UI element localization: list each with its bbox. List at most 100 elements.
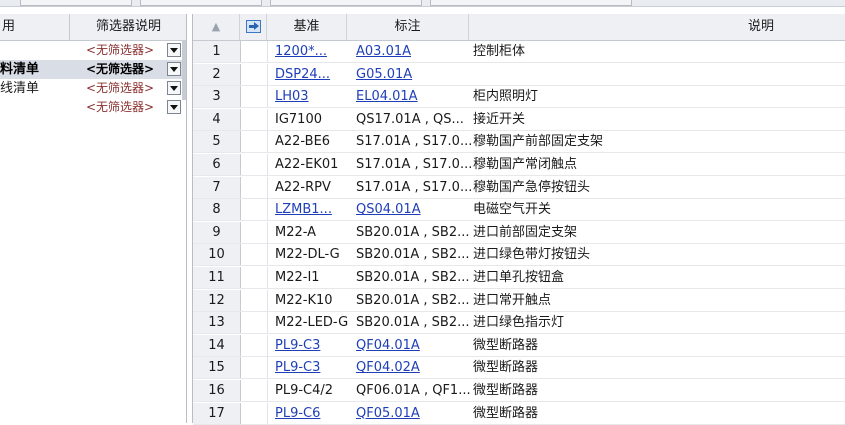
cell-description: 进口单孔按钮盒 bbox=[473, 270, 565, 285]
cell-base[interactable]: LH03 bbox=[275, 86, 353, 107]
cell-mark: SB20.01A , SB2... bbox=[356, 247, 470, 263]
header-filter-description[interactable]: 筛选器说明 bbox=[71, 14, 186, 40]
list-item-filter: <无筛选器> bbox=[85, 81, 155, 95]
table-row[interactable]: 16 PL9-C4/2 QF06.01A , QF1... 微型断路器 bbox=[193, 380, 845, 402]
vertical-scrollbar[interactable] bbox=[182, 40, 186, 100]
cell-description: 微型断路器 bbox=[473, 405, 539, 421]
cell-base[interactable]: PL9-C3 bbox=[275, 357, 353, 378]
row-number[interactable]: 13 bbox=[193, 312, 241, 334]
table-row[interactable]: 6 A22-EK01 S17.01A , S17.0... 穆勒国产常闭触点 bbox=[193, 154, 845, 176]
cell-mark[interactable]: G05.01A bbox=[356, 64, 473, 85]
sort-indicator-icon[interactable]: ▲ bbox=[193, 14, 240, 40]
list-item-name: 线清单 bbox=[0, 81, 40, 96]
row-icon-cell bbox=[240, 402, 268, 424]
dropdown-arrow-icon[interactable] bbox=[167, 100, 181, 114]
column-header-base[interactable]: 基准 bbox=[267, 14, 347, 40]
cell-base: A22-BE6 bbox=[275, 134, 331, 150]
table-row[interactable]: 11 M22-I1 SB20.01A , SB2... 进口单孔按钮盒 bbox=[193, 267, 845, 289]
cell-base: A22-RPV bbox=[275, 179, 331, 195]
row-icon-cell bbox=[240, 108, 268, 130]
cell-base[interactable]: PL9-C3 bbox=[275, 335, 353, 356]
row-number[interactable]: 16 bbox=[193, 380, 241, 401]
row-icon-cell bbox=[240, 154, 268, 175]
table-row[interactable]: 14 PL9-C3 QF04.01A 微型断路器 bbox=[193, 334, 845, 357]
row-number[interactable]: 14 bbox=[193, 334, 241, 356]
cell-base: PL9-C4/2 bbox=[275, 383, 334, 398]
table-row[interactable]: 17 PL9-C6 QF05.01A 微型断路器 bbox=[193, 402, 845, 425]
row-number[interactable]: 17 bbox=[193, 402, 241, 424]
table-row[interactable]: 7 A22-RPV S17.01A , S17.0... 穆勒国产急停按钮头 bbox=[193, 176, 845, 199]
cell-mark: SB20.01A , SB2... bbox=[356, 315, 470, 331]
row-number[interactable]: 7 bbox=[193, 176, 241, 198]
row-number[interactable]: 11 bbox=[193, 267, 241, 288]
navigate-arrow-icon[interactable] bbox=[240, 14, 267, 40]
list-item[interactable]: 料清单 <无筛选器> bbox=[0, 60, 186, 79]
dropdown-arrow-icon[interactable] bbox=[167, 43, 181, 57]
list-item[interactable]: <无筛选器> bbox=[0, 98, 186, 117]
cell-mark[interactable]: QS04.01A bbox=[356, 199, 473, 220]
cell-base[interactable]: DSP24... bbox=[275, 64, 353, 85]
row-number[interactable]: 3 bbox=[193, 86, 241, 108]
cell-base: IG7100 bbox=[275, 111, 322, 127]
row-number[interactable]: 5 bbox=[193, 131, 241, 153]
toolbar-segment[interactable] bbox=[430, 0, 632, 6]
table-row[interactable]: 3 LH03 EL04.01A 柜内照明灯 bbox=[193, 86, 845, 109]
cell-base[interactable]: PL9-C6 bbox=[275, 403, 353, 424]
cell-description bbox=[473, 64, 843, 85]
row-number[interactable]: 12 bbox=[193, 289, 241, 311]
row-number[interactable]: 4 bbox=[193, 108, 241, 130]
list-item-name: 料清单 bbox=[0, 62, 40, 77]
table-row[interactable]: 15 PL9-C3 QF04.02A 微型断路器 bbox=[193, 357, 845, 380]
dropdown-arrow-icon[interactable] bbox=[167, 62, 181, 76]
cell-mark: S17.01A , S17.0... bbox=[356, 157, 473, 172]
list-item[interactable]: <无筛选器> bbox=[0, 41, 186, 60]
cell-description: 微型断路器 bbox=[473, 360, 539, 376]
table-row[interactable]: 9 M22-A SB20.01A , SB2... 进口前部固定支架 bbox=[193, 221, 845, 244]
cell-description: 控制柜体 bbox=[473, 44, 526, 59]
table-row[interactable]: 12 M22-K10 SB20.01A , SB2... 进口常开触点 bbox=[193, 289, 845, 312]
row-number[interactable]: 1 bbox=[193, 41, 241, 62]
cell-description: 穆勒国产常闭触点 bbox=[473, 157, 578, 172]
table-row[interactable]: 8 LZMB1... QS04.01A 电磁空气开关 bbox=[193, 199, 845, 222]
dropdown-arrow-icon[interactable] bbox=[167, 81, 181, 95]
row-number[interactable]: 8 bbox=[193, 199, 241, 221]
cell-base: M22-K10 bbox=[275, 292, 333, 308]
row-icon-cell bbox=[240, 221, 268, 243]
cell-base[interactable]: 1200*... bbox=[275, 41, 353, 62]
table-row[interactable]: 10 M22-DL-G SB20.01A , SB2... 进口绿色带灯按钮头 bbox=[193, 244, 845, 267]
table-row[interactable]: 2 DSP24... G05.01A bbox=[193, 63, 845, 86]
row-icon-cell bbox=[240, 131, 268, 153]
cell-base: M22-DL-G bbox=[275, 247, 340, 263]
table-row[interactable]: 13 M22-LED-G SB20.01A , SB2... 进口绿色指示灯 bbox=[193, 312, 845, 335]
table-row[interactable]: 5 A22-BE6 S17.01A , S17.0... 穆勒国产前部固定支架 bbox=[193, 131, 845, 154]
cell-description: 进口绿色指示灯 bbox=[473, 315, 565, 331]
column-header-mark[interactable]: 标注 bbox=[347, 14, 469, 40]
cell-base[interactable]: LZMB1... bbox=[275, 199, 353, 220]
cell-mark: QS17.01A , QS... bbox=[356, 111, 464, 127]
cell-mark[interactable]: A03.01A bbox=[356, 41, 473, 62]
cell-description: 柜内照明灯 bbox=[473, 89, 539, 105]
list-item[interactable]: 线清单 <无筛选器> bbox=[0, 79, 186, 98]
row-number[interactable]: 15 bbox=[193, 357, 241, 379]
row-number[interactable]: 10 bbox=[193, 244, 241, 266]
cell-description: 进口前部固定支架 bbox=[473, 224, 578, 240]
header-name[interactable]: 用 bbox=[0, 14, 70, 40]
cell-mark[interactable]: QF05.01A bbox=[356, 403, 473, 424]
cell-description: 进口常开触点 bbox=[473, 292, 552, 308]
list-item-filter: <无筛选器> bbox=[85, 100, 155, 114]
cell-mark[interactable]: QF04.02A bbox=[356, 357, 473, 378]
row-number[interactable]: 9 bbox=[193, 221, 241, 243]
row-icon-cell bbox=[240, 357, 268, 379]
cell-mark[interactable]: QF04.01A bbox=[356, 335, 473, 356]
table-row[interactable]: 4 IG7100 QS17.01A , QS... 接近开关 bbox=[193, 108, 845, 131]
row-icon-cell bbox=[240, 334, 268, 356]
toolbar-segment[interactable] bbox=[140, 0, 262, 6]
column-header-description[interactable]: 说明 bbox=[469, 14, 845, 40]
row-number[interactable]: 6 bbox=[193, 154, 241, 175]
toolbar-segment[interactable] bbox=[20, 0, 132, 6]
row-number[interactable]: 2 bbox=[193, 63, 241, 85]
row-icon-cell bbox=[240, 244, 268, 266]
cell-mark[interactable]: EL04.01A bbox=[356, 86, 473, 107]
table-row[interactable]: 1 1200*... A03.01A 控制柜体 bbox=[193, 41, 845, 63]
toolbar-segment[interactable] bbox=[270, 0, 422, 6]
